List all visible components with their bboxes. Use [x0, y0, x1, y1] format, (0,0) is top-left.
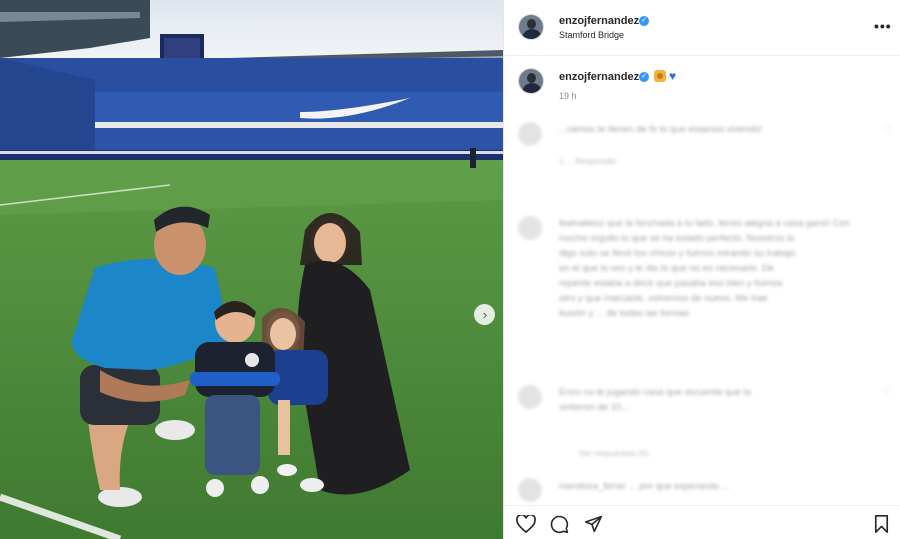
comment-text: Enzo no te jugando casa que recuerda que…: [559, 387, 751, 398]
comment-text: otro y que marcaste, volvemos de nuevo. …: [559, 293, 768, 304]
post-header: enzojfernandez ✓ Stamford Bridge •••: [504, 0, 900, 56]
post-location[interactable]: Stamford Bridge: [559, 30, 624, 40]
instagram-post-modal: › enzojfernandez ✓ Stamford Bridge ••• e…: [0, 0, 900, 539]
comment-text: repente estaba a decir que pasaba eso bi…: [559, 278, 783, 289]
comment-text: ...ciertos te llenen de fe lo que estamo…: [559, 124, 763, 135]
caption-verified-badge-icon: ✓: [639, 72, 649, 82]
comment-text: digo solo se llevó los chicos y fuimos m…: [559, 248, 796, 259]
caption-author-avatar[interactable]: [518, 68, 544, 94]
share-icon[interactable]: [584, 515, 603, 533]
post-actions-bar: [504, 505, 900, 539]
comment-text: mendoza_ferrer ... por que esperando ...: [559, 481, 730, 492]
chevron-right-icon: ›: [482, 307, 488, 322]
next-photo-button[interactable]: ›: [474, 304, 495, 325]
caption-username[interactable]: enzojfernandez: [559, 71, 639, 83]
comment-text: ilusión y ... de todas las formas: [559, 308, 690, 319]
blue-heart-emoji-icon: ♥: [669, 69, 677, 83]
comment-avatar[interactable]: [518, 122, 542, 146]
comment-text: sintieron de 10...: [559, 402, 630, 413]
post-time: 19 h: [559, 91, 577, 101]
stadium-family-photo: [0, 0, 503, 539]
lion-emoji-icon: [654, 70, 666, 82]
author-username[interactable]: enzojfernandez: [559, 15, 639, 27]
comment-text: en el que lo ves y le dio lo que no es n…: [559, 263, 774, 274]
comment-avatar[interactable]: [518, 216, 542, 240]
comment-meta: 1 ... Responder: [559, 156, 618, 166]
more-options-icon[interactable]: •••: [874, 18, 892, 34]
bookmark-icon[interactable]: [874, 515, 889, 533]
comment-text: mucho orgullo lo que se ha estado perfec…: [559, 233, 795, 244]
comment-avatar[interactable]: [518, 385, 542, 409]
comments-list: ...ciertos te llenen de fe lo que estamo…: [504, 110, 900, 505]
post-sidebar: enzojfernandez ✓ Stamford Bridge ••• enz…: [503, 0, 900, 539]
heart-icon[interactable]: [516, 515, 536, 533]
comment-like-icon[interactable]: ♡: [882, 124, 891, 135]
comment-text: featvalieoz que la hinchada a tu lado, t…: [559, 218, 851, 229]
author-avatar[interactable]: [518, 14, 544, 40]
verified-badge-icon: ✓: [639, 16, 649, 26]
view-replies-link[interactable]: Ver respuestas (6): [579, 448, 648, 458]
comment-icon[interactable]: [550, 515, 569, 534]
post-photo: ›: [0, 0, 503, 539]
comment-avatar[interactable]: [518, 478, 542, 502]
comment-like-icon[interactable]: ♡: [882, 387, 891, 398]
